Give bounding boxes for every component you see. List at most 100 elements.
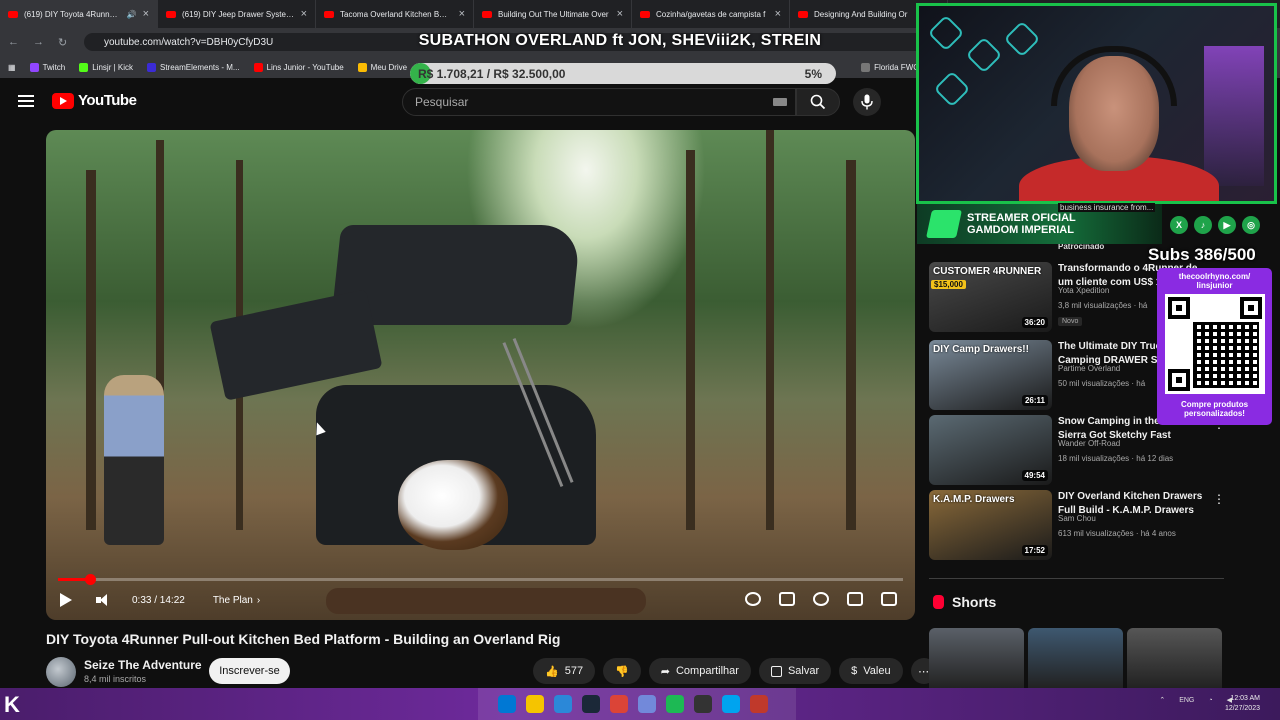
hamburger-menu-icon[interactable]: [18, 95, 34, 107]
file-explorer-icon[interactable]: [526, 695, 544, 713]
bookmark-label: Meu Drive: [370, 62, 408, 72]
network-icon[interactable]: ◔: [1208, 697, 1212, 704]
volume-icon[interactable]: [96, 594, 112, 606]
subscribe-button[interactable]: Inscrever-se: [209, 658, 290, 684]
recommended-video-stats: 3,8 mil visualizações · há: [1058, 301, 1148, 310]
video-player[interactable]: 0:33 / 14:22 The Plan ›: [46, 130, 915, 620]
youtube-favicon-icon: [798, 10, 808, 18]
recommended-video[interactable]: K.A.M.P. Drawers 17:52 DIY Overland Kitche…: [929, 490, 1229, 562]
bookmark-item[interactable]: Lins Junior - YouTube: [253, 62, 344, 72]
system-clock[interactable]: 12:03 AM 12/27/2023: [1225, 694, 1260, 714]
recommended-channel-name[interactable]: Wander Off-Road: [1058, 439, 1120, 448]
close-tab-icon[interactable]: ×: [775, 8, 781, 20]
share-button[interactable]: ➦ Compartilhar: [648, 658, 751, 684]
settings-gear-icon[interactable]: [813, 592, 829, 606]
channel-name[interactable]: Seize The Adventure: [84, 658, 202, 672]
gamdom-banner-text: STREAMER OFICIAL GAMDOM IMPERIAL: [967, 212, 1076, 236]
qr-finder: [1167, 369, 1190, 391]
short-thumbnail[interactable]: [929, 628, 1024, 688]
dislike-button[interactable]: 👎: [603, 658, 641, 684]
recommended-channel-name[interactable]: Partime Overland: [1058, 364, 1120, 373]
recommended-channel-name[interactable]: Yota Xpedition: [1058, 286, 1109, 295]
chrome-icon[interactable]: [610, 695, 628, 713]
browser-tab[interactable]: (619) DIY Toyota 4Runner P 🔊 ×: [0, 0, 158, 28]
video-duration: 36:20: [1021, 317, 1048, 328]
player-controls: 0:33 / 14:22 The Plan ›: [46, 580, 915, 620]
bookmark-favicon-icon: [253, 62, 263, 72]
autoplay-toggle-icon[interactable]: [745, 592, 761, 606]
browser-tab[interactable]: (619) DIY Jeep Drawer System F ×: [158, 0, 316, 28]
bookmark-label: StreamElements - M...: [160, 62, 240, 72]
short-thumbnail[interactable]: [1127, 628, 1222, 688]
github-icon[interactable]: [694, 695, 712, 713]
donation-goal-percent: 5%: [804, 67, 822, 81]
video-thumbnail[interactable]: K.A.M.P. Drawers 17:52: [929, 490, 1052, 560]
obs-icon[interactable]: [750, 695, 768, 713]
bookmark-item[interactable]: Florida FWC: [861, 62, 919, 72]
chevron-right-icon: ›: [256, 594, 261, 606]
miniplayer-icon[interactable]: [847, 592, 863, 606]
video-duration: 49:54: [1021, 470, 1048, 481]
youtube-favicon-icon: [8, 10, 18, 18]
steam-icon[interactable]: [582, 695, 600, 713]
play-icon[interactable]: [60, 593, 72, 607]
video-thumbnail[interactable]: CUSTOMER 4RUNNER $15,000 36:20: [929, 262, 1052, 332]
youtube-icon[interactable]: ▶: [1218, 216, 1236, 234]
close-tab-icon[interactable]: ×: [143, 8, 149, 20]
qr-modules: [1192, 322, 1259, 388]
search-button[interactable]: [796, 88, 840, 116]
back-icon[interactable]: ←: [8, 36, 19, 48]
thumbnail-caption: CUSTOMER 4RUNNER: [933, 266, 1042, 277]
close-tab-icon[interactable]: ×: [301, 8, 307, 20]
save-button[interactable]: Salvar: [758, 658, 832, 684]
tiktok-icon[interactable]: ♪: [1194, 216, 1212, 234]
short-thumbnail[interactable]: [1028, 628, 1123, 688]
browser-tab[interactable]: Building Out The Ultimate Over ×: [474, 0, 632, 28]
address-text: youtube.com/watch?v=DBH0yCfyD3U: [104, 36, 274, 48]
browser-tab[interactable]: Cozinha/gavetas de campista f ×: [632, 0, 790, 28]
thanks-label: Valeu: [863, 665, 891, 677]
recommended-video[interactable]: 49:54 Snow Camping in the Eastern Sierra …: [929, 415, 1229, 487]
video-thumbnail[interactable]: DIY Camp Drawers!! 26:11: [929, 340, 1052, 410]
voice-search-button[interactable]: [853, 88, 881, 116]
reload-icon[interactable]: ↻: [58, 36, 67, 49]
thumbs-down-icon: 👎: [615, 665, 629, 678]
subtitles-icon[interactable]: [779, 592, 795, 606]
more-options-icon[interactable]: ⋮: [1213, 492, 1225, 506]
windows-start-icon[interactable]: [498, 695, 516, 713]
bookmark-item[interactable]: Twitch: [29, 62, 65, 72]
subscriber-goal-counter: Subs 386/500: [1148, 245, 1256, 264]
clock-date: 12/27/2023: [1224, 705, 1260, 712]
edge-browser-icon[interactable]: [554, 695, 572, 713]
video-frame-tree: [846, 160, 856, 530]
fullscreen-icon[interactable]: [881, 592, 897, 606]
language-indicator[interactable]: ENG: [1179, 697, 1194, 704]
tray-chevron-icon[interactable]: ⌃: [1159, 696, 1165, 704]
keyboard-icon[interactable]: [773, 98, 787, 106]
video-thumbnail[interactable]: 49:54: [929, 415, 1052, 485]
recommended-channel-name[interactable]: Sam Chou: [1058, 514, 1096, 523]
youtube-logo[interactable]: YouTube: [52, 92, 137, 109]
x-logo-icon[interactable]: X: [1170, 216, 1188, 234]
apps-grid-icon[interactable]: ▦: [8, 63, 16, 72]
search-input[interactable]: Pesquisar: [402, 88, 796, 116]
close-tab-icon[interactable]: ×: [617, 8, 623, 20]
browser-tab[interactable]: Tacoma Overland Kitchen BUILD ×: [316, 0, 474, 28]
discord-icon[interactable]: [638, 695, 656, 713]
like-button[interactable]: 👍 577: [533, 658, 596, 684]
bookmark-item[interactable]: Meu Drive: [357, 62, 408, 72]
browser-tab-title: Designing And Building Or: [814, 9, 908, 19]
speaker-icon[interactable]: 🔊: [127, 10, 137, 19]
bookmark-item[interactable]: StreamElements - M...: [147, 62, 240, 72]
channel-avatar[interactable]: [46, 657, 76, 687]
gamdom-line-2: GAMDOM IMPERIAL: [967, 224, 1074, 236]
gamdom-line-1: STREAMER OFICIAL: [967, 212, 1076, 224]
close-tab-icon[interactable]: ×: [459, 8, 465, 20]
spotify-icon[interactable]: [666, 695, 684, 713]
bookmark-item[interactable]: Linsjr | Kick: [79, 62, 133, 72]
store-icon[interactable]: [722, 695, 740, 713]
forward-icon[interactable]: →: [33, 36, 44, 48]
thanks-button[interactable]: $ Valeu: [839, 658, 903, 684]
chapter-button[interactable]: The Plan ›: [213, 595, 260, 606]
instagram-icon[interactable]: ◎: [1242, 216, 1260, 234]
